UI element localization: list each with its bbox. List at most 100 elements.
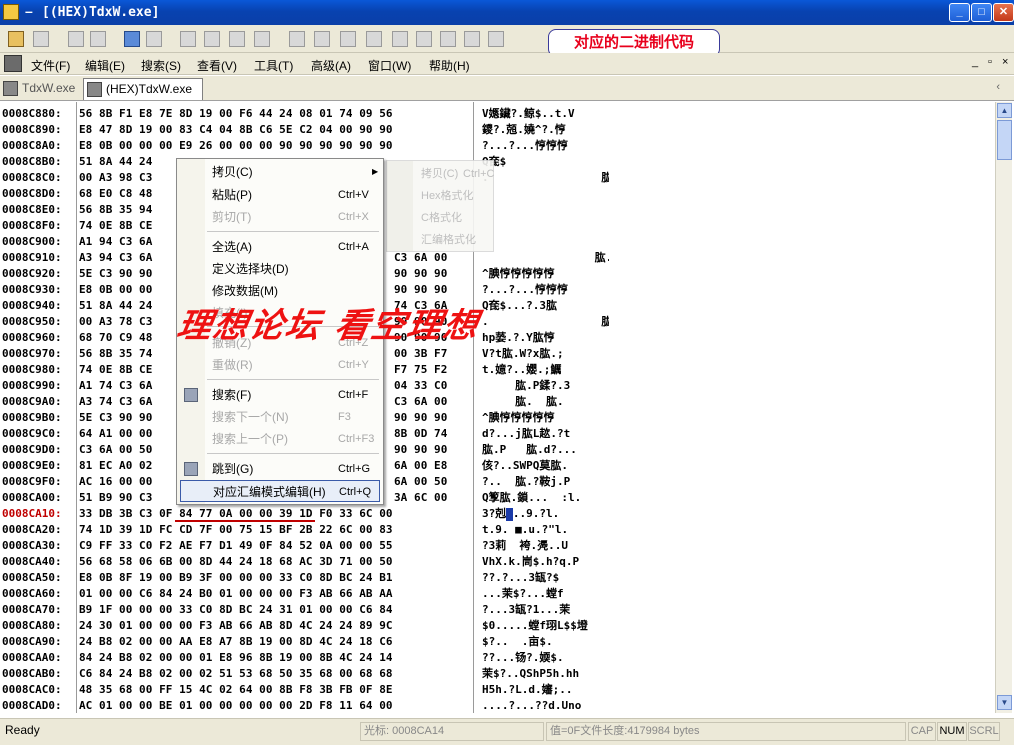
tool9-icon[interactable] xyxy=(392,31,408,47)
hex-bytes[interactable]: 24 30 01 00 00 00 F3 AB 66 AB 8D 4C 24 2… xyxy=(79,618,393,634)
hex-ascii[interactable]: ?...?...悙悙悙 xyxy=(482,282,568,298)
hex-row[interactable]: 0008CA50: E8 0B 8F 19 00 B9 3F 00 00 00 3… xyxy=(0,570,609,586)
hex-bytes[interactable]: E8 0B 8F 19 00 B9 3F 00 00 00 33 C0 8D B… xyxy=(79,570,393,586)
hex-row[interactable]: 0008C8A0: E8 0B 00 00 00 E9 26 00 00 00 9… xyxy=(0,138,609,154)
tool7-icon[interactable] xyxy=(340,31,356,47)
hex-bytes[interactable]: C3 6A 00 50 xyxy=(79,442,152,458)
menu-edit[interactable]: 编辑(E) xyxy=(85,57,125,74)
maximize-button[interactable]: □ xyxy=(971,3,992,22)
hex-ascii[interactable]: 肱.P 肱.d?... xyxy=(482,442,577,458)
hex-bytes[interactable]: E8 0B 00 00 00 E9 26 00 00 00 90 90 90 9… xyxy=(79,138,393,154)
scroll-thumb[interactable] xyxy=(997,120,1012,160)
hex-ascii[interactable]: $?.. .亩$. xyxy=(482,634,553,650)
hex-bytes[interactable]: 00 A3 78 C3 xyxy=(79,314,152,330)
hex-ascii[interactable]: 侅?..SWPQ莫肱. xyxy=(482,458,568,474)
hex-ascii[interactable]: 肱. 肱. xyxy=(482,394,564,410)
mdi-close-button[interactable]: × xyxy=(1002,56,1008,68)
menu-item-paste[interactable]: 粘贴(P) Ctrl+V xyxy=(177,184,383,206)
hex-row[interactable]: 0008CAB0: C6 84 24 B8 02 00 02 51 53 68 5… xyxy=(0,666,609,682)
hex-ascii[interactable]: H5h.?L.d.嬸;.. xyxy=(482,682,572,698)
hex-ascii[interactable]: . 肱.Y腆悙 xyxy=(482,170,609,186)
hex-bytes-tail[interactable]: 90 90 90 xyxy=(394,442,447,458)
hex-bytes[interactable]: 5E C3 90 90 xyxy=(79,266,152,282)
open-icon[interactable] xyxy=(8,31,24,47)
hex-bytes[interactable]: A3 94 C3 6A xyxy=(79,250,152,266)
menu-item-define-block[interactable]: 定义选择块(D) xyxy=(177,258,383,280)
hex-bytes[interactable]: 5E C3 90 90 xyxy=(79,410,152,426)
hex-bytes-tail[interactable]: 8B 0D 74 xyxy=(394,426,447,442)
hex-ascii[interactable]: 肱.P鍒?.3 xyxy=(482,378,570,394)
mdi-restore-button[interactable]: ▫ xyxy=(988,56,992,68)
scroll-up-icon[interactable]: ▲ xyxy=(997,103,1012,118)
hex-row[interactable]: 0008CA90: 24 B8 02 00 00 AA E8 A7 8B 19 0… xyxy=(0,634,609,650)
hex-bytes[interactable]: A3 74 C3 6A xyxy=(79,394,152,410)
hex-bytes-tail[interactable]: 3A 6C 00 xyxy=(394,490,447,506)
menu-item-redo[interactable]: 重做(R) Ctrl+Y xyxy=(177,354,383,376)
hex-ascii[interactable]: VhX.k.峝$.h?q.P xyxy=(482,554,579,570)
hex-ascii[interactable]: $0.....螳f珝L$$墱 xyxy=(482,618,588,634)
hex-bytes[interactable]: 51 B9 90 C3 xyxy=(79,490,152,506)
menu-item-search-prev[interactable]: 搜索上一个(P) Ctrl+F3 xyxy=(177,428,383,450)
hex-ascii[interactable]: 肱. 肱. xyxy=(482,250,609,266)
hex-bytes-tail[interactable]: 90 90 90 xyxy=(394,410,447,426)
tool5-icon[interactable] xyxy=(289,31,305,47)
hex-ascii[interactable]: hp蒆.?.Y肱悙 xyxy=(482,330,555,346)
hex-bytes-tail[interactable]: 6A 00 E8 xyxy=(394,458,447,474)
hex-bytes[interactable]: C6 84 24 B8 02 00 02 51 53 68 50 35 68 0… xyxy=(79,666,393,682)
menu-item-cut[interactable]: 剪切(T) Ctrl+X xyxy=(177,206,383,228)
hex-row[interactable]: 0008CA70: B9 1F 00 00 00 33 C0 8D BC 24 3… xyxy=(0,602,609,618)
hex-row[interactable]: 0008CA20: 74 1D 39 1D FC CD 7F 00 75 15 B… xyxy=(0,522,609,538)
menu-item-copy[interactable]: 拷贝(C) ▶ xyxy=(177,161,383,183)
document-icon[interactable] xyxy=(4,55,22,72)
hex-bytes-tail[interactable]: 04 33 C0 xyxy=(394,378,447,394)
hex-ascii[interactable]: Q奃$...?.3肱 xyxy=(482,298,557,314)
hex-bytes-tail[interactable]: F7 75 F2 xyxy=(394,362,447,378)
hex-ascii[interactable]: ?...3缻?1...茉 xyxy=(482,602,570,618)
close-button[interactable]: ✕ xyxy=(993,3,1014,22)
hex-ascii[interactable]: Q箰肱.鎖... :l. xyxy=(482,490,581,506)
hex-row[interactable]: 0008CAD0: AC 01 00 00 BE 01 00 00 00 00 0… xyxy=(0,698,609,713)
app-icon[interactable] xyxy=(3,4,19,20)
menu-search[interactable]: 搜索(S) xyxy=(141,57,181,74)
hex-ascii[interactable]: 3?剋...9.?l. xyxy=(482,506,559,522)
hex-ascii[interactable]: ??.?...3缻?$ xyxy=(482,570,559,586)
hex-row[interactable]: 0008CA60: 01 00 00 C6 84 24 B0 01 00 00 0… xyxy=(0,586,609,602)
tool4-icon[interactable] xyxy=(254,31,270,47)
hex-ascii[interactable]: V嫕鑶?.鲸$..t.V xyxy=(482,106,575,122)
hex-bytes[interactable]: 81 EC A0 02 xyxy=(79,458,152,474)
menu-tools[interactable]: 工具(T) xyxy=(254,57,293,74)
hex-row[interactable]: 0008CAA0: 84 24 B8 02 00 00 01 E8 96 8B 1… xyxy=(0,650,609,666)
tool12-icon[interactable] xyxy=(464,31,480,47)
hex-ascii[interactable]: 鑁?.兡.嬈^?.悙 xyxy=(482,122,566,138)
scroll-down-icon[interactable]: ▼ xyxy=(997,695,1012,710)
submenu-c-format[interactable]: C格式化 xyxy=(387,207,493,229)
hex-ascii[interactable]: ?3莉 袴.凴..U xyxy=(482,538,568,554)
tool13-icon[interactable] xyxy=(488,31,504,47)
hex-bytes[interactable]: 01 00 00 C6 84 24 B0 01 00 00 00 F3 AB 6… xyxy=(79,586,393,602)
back-icon[interactable] xyxy=(124,31,140,47)
save-icon[interactable] xyxy=(33,31,49,47)
hex-bytes-tail[interactable]: 6A 00 50 xyxy=(394,474,447,490)
hex-bytes-tail[interactable]: C3 6A 00 xyxy=(394,394,447,410)
tool11-icon[interactable] xyxy=(440,31,456,47)
submenu-asm-format[interactable]: 汇编格式化 xyxy=(387,229,493,251)
menu-item-search-next[interactable]: 搜索下一个(N) F3 xyxy=(177,406,383,428)
hex-ascii[interactable]: 茉$?..QShP5h.hh xyxy=(482,666,579,682)
menu-file[interactable]: 文件(F) xyxy=(31,57,70,74)
submenu-copy[interactable]: 拷贝(C) Ctrl+C xyxy=(387,163,494,185)
hex-bytes[interactable]: A1 94 C3 6A xyxy=(79,234,152,250)
menu-item-select-all[interactable]: 全选(A) Ctrl+A xyxy=(177,236,383,258)
hex-ascii[interactable]: ?.. 肱.?鞍j.P xyxy=(482,474,570,490)
hex-ascii[interactable]: ^腆悙悙悙悙悙 xyxy=(482,410,555,426)
hex-row[interactable]: 0008C880: 56 8B F1 E8 7E 8D 19 00 F6 44 2… xyxy=(0,106,609,122)
hex-bytes[interactable]: 68 E0 C8 48 xyxy=(79,186,152,202)
hex-bytes[interactable]: 68 70 C9 48 xyxy=(79,330,152,346)
hex-row[interactable]: 0008CA30: C9 FF 33 C0 F2 AE F7 D1 49 0F 8… xyxy=(0,538,609,554)
hex-bytes-tail[interactable]: 90 90 90 xyxy=(394,266,447,282)
submenu-hex-format[interactable]: Hex格式化 xyxy=(387,185,493,207)
hex-bytes[interactable]: 74 0E 8B CE xyxy=(79,362,152,378)
hex-row[interactable]: 0008CAC0: 48 35 68 00 FF 15 4C 02 64 00 8… xyxy=(0,682,609,698)
vertical-scrollbar[interactable]: ▲ ▼ xyxy=(995,102,1012,713)
tool8-icon[interactable] xyxy=(366,31,382,47)
hex-bytes[interactable]: 48 35 68 00 FF 15 4C 02 64 00 8B F8 3B F… xyxy=(79,682,393,698)
